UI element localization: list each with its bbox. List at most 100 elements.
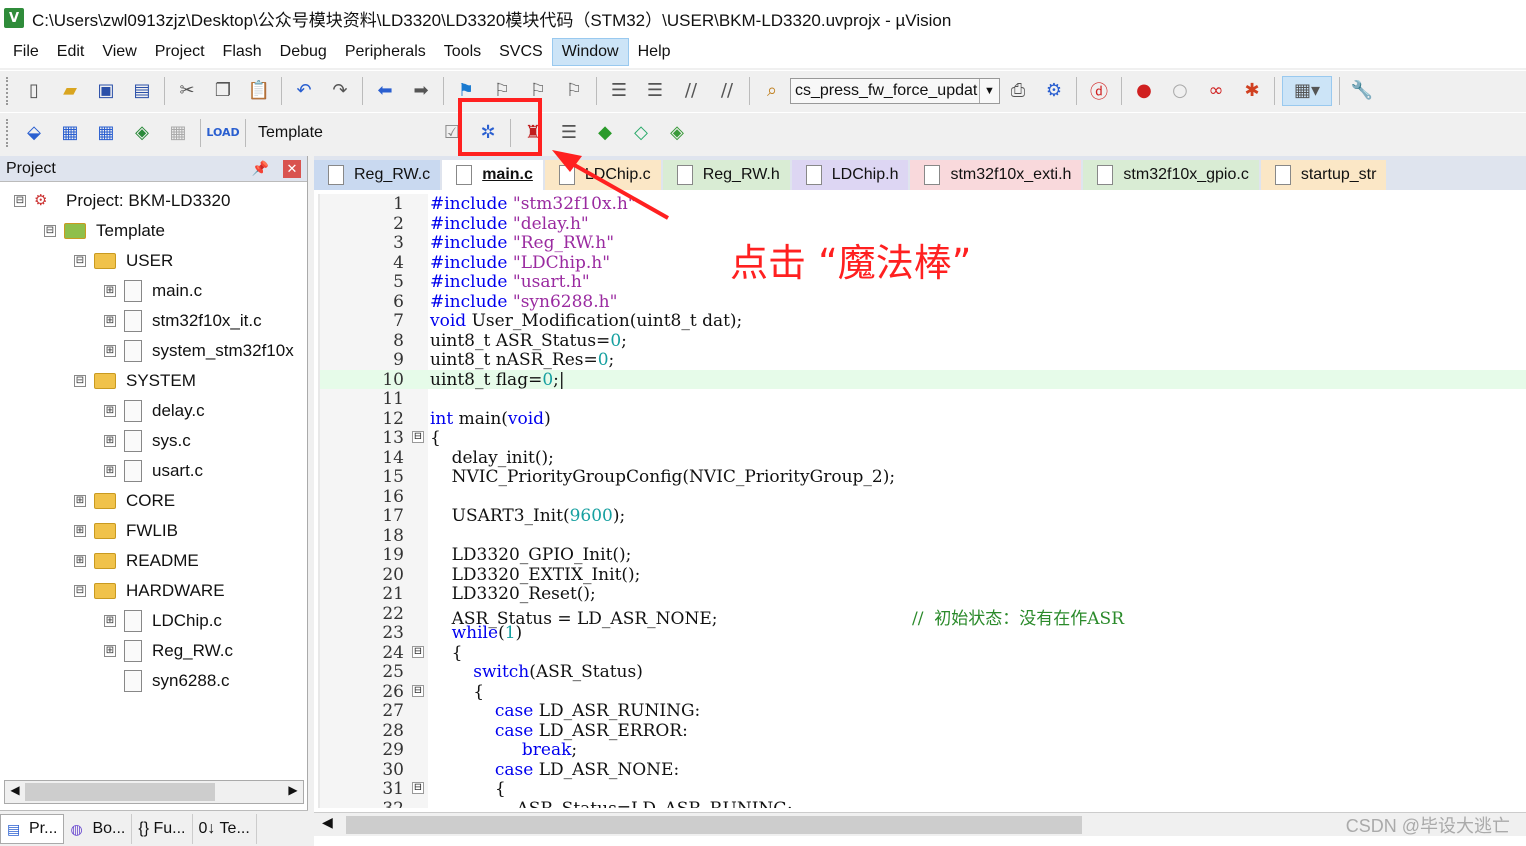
panel-tab[interactable]: ◍ Bo...	[64, 813, 133, 844]
find-combo[interactable]: cs_press_fw_force_updat ▼	[790, 77, 1000, 104]
tree-item[interactable]: ⊞ CORE	[74, 486, 175, 516]
open-file-icon[interactable]: ▰	[55, 76, 85, 106]
tree-item[interactable]: ⊞ Reg_RW.c	[104, 636, 233, 666]
batch-build-icon[interactable]: ◈	[127, 118, 157, 148]
tree-expander-icon[interactable]: ⊞	[104, 345, 116, 357]
scroll-thumb[interactable]	[346, 816, 1082, 834]
tree-item[interactable]: ⊟ USER	[74, 246, 173, 276]
tree-item[interactable]: ⊞ README	[74, 546, 199, 576]
code-line[interactable]: 8 uint8_t ASR_Status=0;	[320, 331, 1526, 351]
component-icon[interactable]: ◈	[662, 118, 692, 148]
fold-toggle-icon[interactable]: ⊟	[412, 684, 424, 697]
menu-help[interactable]: Help	[629, 39, 680, 65]
chevron-down-icon[interactable]: ▼	[979, 78, 999, 103]
tree-item[interactable]: ⊟ ⚙ Project: BKM-LD3320	[14, 186, 230, 216]
build-icon[interactable]: ▦	[55, 118, 85, 148]
unindent-icon[interactable]: ☰	[640, 76, 670, 106]
code-line[interactable]: 13 ⊟ {	[320, 428, 1526, 448]
code-line[interactable]: 16	[320, 487, 1526, 507]
tree-item[interactable]: ⊟ Template	[44, 216, 165, 246]
tree-item[interactable]: syn6288.c	[104, 666, 230, 696]
menu-edit[interactable]: Edit	[48, 39, 94, 65]
tree-expander-icon[interactable]: ⊞	[74, 495, 86, 507]
indent-icon[interactable]: ☰	[604, 76, 634, 106]
menu-view[interactable]: View	[93, 39, 145, 65]
new-file-icon[interactable]: ▯	[19, 76, 49, 106]
find-in-files-icon[interactable]: ⌕	[757, 76, 787, 106]
code-line[interactable]: 21 LD3320_Reset();	[320, 584, 1526, 604]
tree-item[interactable]: ⊞ sys.c	[104, 426, 191, 456]
menu-project[interactable]: Project	[146, 39, 214, 65]
menu-peripherals[interactable]: Peripherals	[336, 39, 435, 65]
stop-build-icon[interactable]: ▦	[163, 118, 193, 148]
scroll-right-icon[interactable]: ▶	[284, 783, 302, 801]
tree-expander-icon[interactable]: ⊞	[74, 555, 86, 567]
code-line[interactable]: 19 LD3320_GPIO_Init();	[320, 545, 1526, 565]
tree-expander-icon[interactable]: ⊟	[74, 585, 86, 597]
select-packs-icon[interactable]: ☰	[554, 118, 584, 148]
incremental-find-icon[interactable]: ⚙	[1039, 76, 1069, 106]
tree-item[interactable]: ⊞ usart.c	[104, 456, 203, 486]
code-line[interactable]: 10 uint8_t flag=0;|	[320, 369, 1526, 390]
editor-tab[interactable]: LDChip.h	[791, 160, 909, 190]
code-line[interactable]: 14 delay_init();	[320, 448, 1526, 468]
tree-expander-icon[interactable]: ⊞	[104, 315, 116, 327]
tree-expander-icon[interactable]: ⊞	[104, 405, 116, 417]
close-icon[interactable]: ✕	[283, 159, 301, 178]
pin-icon[interactable]: 📌	[252, 160, 269, 177]
tree-expander-icon[interactable]: ⊟	[74, 375, 86, 387]
code-line[interactable]: 20 LD3320_EXTIX_Init();	[320, 565, 1526, 585]
tree-expander-icon[interactable]: ⊞	[104, 435, 116, 447]
tree-expander-icon[interactable]: ⊞	[104, 285, 116, 297]
toolbar-grip[interactable]	[6, 118, 10, 147]
tree-item[interactable]: ⊞ main.c	[104, 276, 202, 306]
fold-toggle-icon[interactable]: ⊟	[412, 645, 424, 658]
tree-item[interactable]: ⊞ delay.c	[104, 396, 205, 426]
translate-icon[interactable]: ⬙	[19, 118, 49, 148]
project-hscroll[interactable]: ◀ ▶	[4, 780, 304, 804]
download-icon[interactable]: LOAD	[206, 118, 239, 148]
panel-tab[interactable]: {} Fu...	[132, 813, 193, 844]
editor-tab[interactable]: stm32f10x_gpio.c	[1083, 160, 1259, 190]
code-line[interactable]: 11	[320, 389, 1526, 409]
save-icon[interactable]: ▣	[91, 76, 121, 106]
code-line[interactable]: 23 while(1)	[320, 623, 1526, 643]
comment-icon[interactable]: //	[676, 76, 706, 106]
code-line[interactable]: 25 switch(ASR_Status)	[320, 662, 1526, 682]
code-line[interactable]: 6 #include "syn6288.h"	[320, 292, 1526, 312]
code-line[interactable]: 27 case LD_ASR_RUNING:	[320, 701, 1526, 721]
menu-file[interactable]: File	[4, 39, 48, 65]
panel-tab[interactable]: ▤ Pr...	[0, 813, 65, 844]
code-line[interactable]: 12 int main(void)	[320, 409, 1526, 429]
code-line[interactable]: 28 case LD_ASR_ERROR:	[320, 721, 1526, 741]
tree-item[interactable]: ⊞ stm32f10x_it.c	[104, 306, 262, 336]
configure-icon[interactable]: 🔧	[1347, 76, 1377, 106]
menu-tools[interactable]: Tools	[435, 39, 490, 65]
save-all-icon[interactable]: ▤	[127, 76, 157, 106]
copy-icon[interactable]: ❐	[208, 76, 238, 106]
code-line[interactable]: 26 ⊟ {	[320, 682, 1526, 702]
breakpoint-kill-all-icon[interactable]: ✱	[1237, 76, 1267, 106]
navigate-forward-icon[interactable]: ➡	[406, 76, 436, 106]
redo-icon[interactable]: ↷	[325, 76, 355, 106]
code-line[interactable]: 24 ⊟ {	[320, 643, 1526, 663]
paste-icon[interactable]: 📋	[244, 76, 274, 106]
tree-expander-icon[interactable]: ⊞	[104, 465, 116, 477]
editor-tab[interactable]: Reg_RW.c	[314, 160, 441, 190]
editor-tab[interactable]: Reg_RW.h	[662, 160, 790, 190]
panel-tab[interactable]: 0↓ Te...	[193, 813, 257, 844]
code-line[interactable]: 29 break;	[320, 740, 1526, 760]
undo-icon[interactable]: ↶	[289, 76, 319, 106]
code-line[interactable]: 32 ASR_Status=LD_ASR_RUNING;	[320, 799, 1526, 809]
editor-tab[interactable]: LDChip.c	[544, 160, 661, 190]
code-line[interactable]: 22 ASR_Status = LD_ASR_NONE; // 初始状态：没有在…	[320, 604, 1526, 629]
code-line[interactable]: 9 uint8_t nASR_Res=0;	[320, 350, 1526, 370]
code-line[interactable]: 2 #include "delay.h"	[320, 214, 1526, 234]
code-line[interactable]: 31 ⊟ {	[320, 779, 1526, 799]
tree-item[interactable]: ⊟ SYSTEM	[74, 366, 196, 396]
menu-svcs[interactable]: SVCS	[490, 39, 552, 65]
tree-item[interactable]: ⊞ LDChip.c	[104, 606, 222, 636]
manage-rte-icon[interactable]: ◆	[590, 118, 620, 148]
bookmark-clear-icon[interactable]: ⚐	[559, 76, 589, 106]
navigate-back-icon[interactable]: ⬅	[370, 76, 400, 106]
